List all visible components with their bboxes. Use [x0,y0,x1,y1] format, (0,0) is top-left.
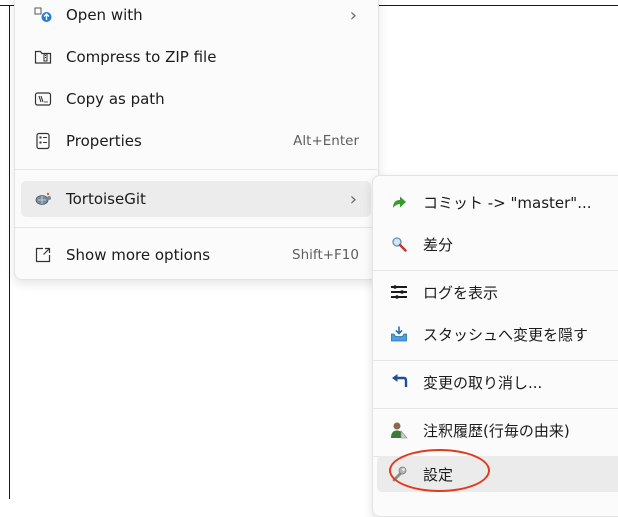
menu-separator [15,227,377,228]
menu-item-tortoisegit[interactable]: TortoiseGit › [21,181,371,217]
submenu-item-revert[interactable]: 変更の取り消し... [377,364,618,400]
diff-magnifier-icon [389,234,409,254]
submenu-item-diff[interactable]: 差分 [377,226,618,262]
menu-item-show-more-options[interactable]: Show more options Shift+F10 [21,237,371,273]
chevron-right-icon: › [349,188,357,210]
submenu-separator [373,360,618,361]
revert-icon [389,372,409,392]
submenu-item-show-log[interactable]: ログを表示 [377,274,618,310]
chevron-right-icon: › [349,4,357,26]
submenu-separator [373,408,618,409]
menu-item-compress-zip[interactable]: Compress to ZIP file [21,39,371,75]
menu-item-open-with[interactable]: Open with › [21,0,371,33]
submenu-item-blame[interactable]: 注釈履歴(行毎の由来) [377,412,618,448]
submenu-item-commit[interactable]: コミット -> "master"... [377,184,618,220]
zip-icon [33,47,53,67]
context-menu: Open with › Compress to ZIP file Copy as… [14,0,379,280]
show-more-shortcut: Shift+F10 [292,247,359,263]
copy-path-icon [33,89,53,109]
screenshot-frame-left [9,5,10,499]
blame-icon [389,420,409,440]
tortoisegit-icon [33,189,53,209]
menu-item-properties[interactable]: Properties Alt+Enter [21,123,371,159]
submenu-separator [373,270,618,271]
menu-item-copy-as-path[interactable]: Copy as path [21,81,371,117]
commit-arrow-icon [389,192,409,212]
show-more-icon [33,245,53,265]
properties-icon [33,131,53,151]
log-icon [389,282,409,302]
properties-shortcut: Alt+Enter [293,133,359,149]
open-with-icon [33,5,53,25]
menu-separator [15,169,377,170]
submenu-item-stash[interactable]: スタッシュへ変更を隠す [377,316,618,352]
highlight-annotation-ellipse [389,449,490,492]
stash-icon [389,324,409,344]
